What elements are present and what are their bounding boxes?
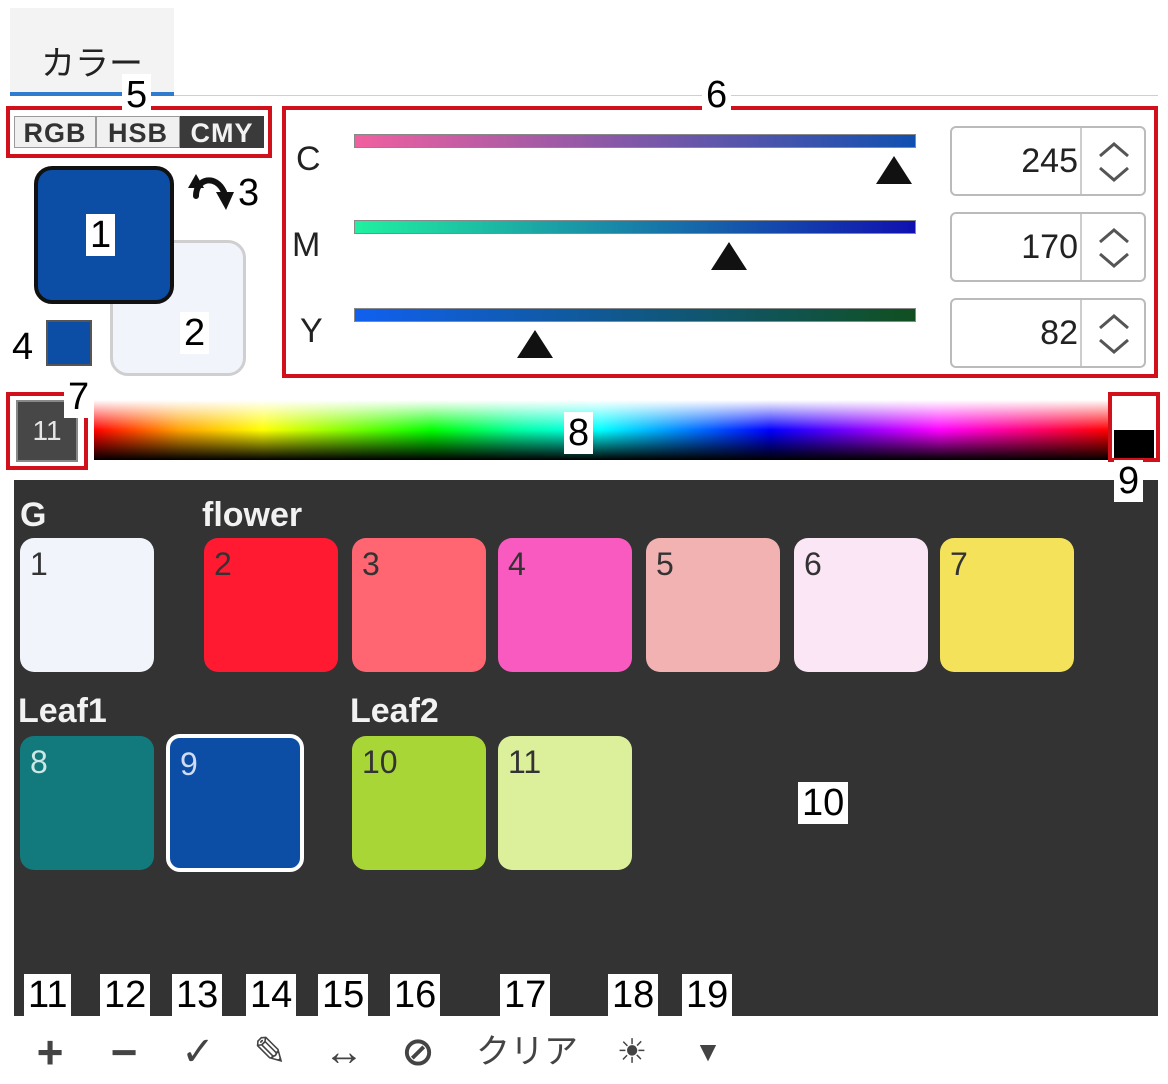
callout-4: 4 — [8, 326, 38, 368]
chevron-updown-icon — [1099, 142, 1129, 182]
value-field-c[interactable]: 245 — [950, 126, 1146, 196]
chip-number: 11 — [508, 744, 542, 780]
slider-label-c: C — [296, 140, 321, 178]
palette-chip[interactable]: 6 — [794, 538, 928, 672]
slider-track-c[interactable] — [354, 134, 916, 148]
palette-chip[interactable]: 1 — [20, 538, 154, 672]
chip-number: 2 — [214, 546, 232, 582]
color-palette-area: G flower Leaf1 Leaf2 1 2 3 4 5 6 7 8 9 1… — [14, 480, 1158, 1016]
add-color-button[interactable]: + — [28, 1022, 72, 1082]
callout-box-9 — [1108, 392, 1160, 462]
chip-number: 1 — [30, 546, 48, 582]
slider-thumb-c[interactable] — [876, 156, 913, 184]
swap-color-button[interactable]: ↔ — [322, 1022, 366, 1082]
slider-thumb-y[interactable] — [516, 330, 553, 358]
callout-8: 8 — [564, 412, 594, 454]
value-text-m: 170 — [1021, 228, 1078, 266]
palette-group-label: flower — [202, 496, 303, 534]
chip-number: 4 — [508, 546, 526, 582]
callout-19: 19 — [682, 974, 733, 1016]
spinner-y[interactable] — [1080, 300, 1146, 366]
remove-color-button[interactable]: − — [102, 1022, 146, 1082]
slider-thumb-m[interactable] — [710, 242, 747, 270]
callout-16: 16 — [390, 974, 441, 1016]
palette-chip[interactable]: 10 — [352, 736, 486, 870]
chip-number: 10 — [362, 744, 398, 780]
chip-number: 5 — [656, 546, 674, 582]
slider-track-m[interactable] — [354, 220, 916, 234]
mode-cmy-button[interactable]: CMY — [180, 116, 264, 148]
value-field-y[interactable]: 82 — [950, 298, 1146, 368]
value-text-y: 82 — [1040, 314, 1078, 352]
mode-hsb-button[interactable]: HSB — [96, 116, 180, 148]
callout-6: 6 — [702, 74, 732, 116]
clear-palette-button[interactable]: クリア — [472, 1022, 582, 1082]
palette-group-label: Leaf2 — [350, 692, 439, 730]
callout-5: 5 — [122, 74, 152, 116]
palette-group-label: Leaf1 — [18, 692, 107, 730]
palette-chip[interactable]: 2 — [204, 538, 338, 672]
palette-chip[interactable]: 8 — [20, 736, 154, 870]
callout-13: 13 — [172, 974, 223, 1016]
edit-color-button[interactable]: ✎ — [248, 1022, 292, 1082]
palette-menu-dropdown[interactable]: ▼ — [686, 1022, 730, 1082]
palette-chip[interactable]: 7 — [940, 538, 1074, 672]
chip-number: 8 — [30, 744, 48, 780]
callout-14: 14 — [246, 974, 297, 1016]
slider-label-m: M — [292, 226, 321, 264]
callout-10: 10 — [798, 782, 849, 824]
callout-9: 9 — [1114, 460, 1144, 502]
chevron-updown-icon — [1099, 228, 1129, 268]
color-mode-switch: RGB HSB CMY — [14, 116, 264, 148]
swap-colors-icon[interactable] — [186, 166, 238, 228]
chip-number: 3 — [362, 546, 380, 582]
callout-7: 7 — [64, 376, 94, 418]
spinner-c[interactable] — [1080, 128, 1146, 194]
callout-2: 2 — [180, 312, 210, 354]
mode-rgb-button[interactable]: RGB — [14, 116, 96, 148]
callout-18: 18 — [608, 974, 659, 1016]
callout-11: 11 — [24, 974, 72, 1016]
palette-group-label: G — [20, 496, 47, 534]
callout-17: 17 — [500, 974, 551, 1016]
chip-number: 9 — [180, 746, 198, 782]
palette-chip[interactable]: 3 — [352, 538, 486, 672]
callout-3: 3 — [234, 172, 264, 214]
brightness-button[interactable]: ☀ — [610, 1022, 654, 1082]
value-field-m[interactable]: 170 — [950, 212, 1146, 282]
palette-chip[interactable]: 5 — [646, 538, 780, 672]
previous-color-swatch[interactable] — [46, 320, 92, 366]
slider-track-y[interactable] — [354, 308, 916, 322]
chip-number: 7 — [950, 546, 968, 582]
chip-number: 6 — [804, 546, 822, 582]
slider-label-y: Y — [300, 312, 323, 350]
palette-chip[interactable]: 4 — [498, 538, 632, 672]
hue-spectrum-bar[interactable] — [94, 400, 1108, 460]
apply-color-button[interactable]: ✓ — [176, 1022, 220, 1082]
chevron-updown-icon — [1099, 314, 1129, 354]
palette-chip-selected[interactable]: 9 — [166, 734, 304, 872]
spinner-m[interactable] — [1080, 214, 1146, 280]
palette-chip[interactable]: 11 — [498, 736, 632, 870]
callout-12: 12 — [100, 974, 151, 1016]
callout-1: 1 — [86, 214, 116, 256]
disable-color-button[interactable]: ⊘ — [396, 1022, 440, 1082]
callout-15: 15 — [318, 974, 369, 1016]
tab-divider — [174, 95, 1158, 96]
value-text-c: 245 — [1021, 142, 1078, 180]
